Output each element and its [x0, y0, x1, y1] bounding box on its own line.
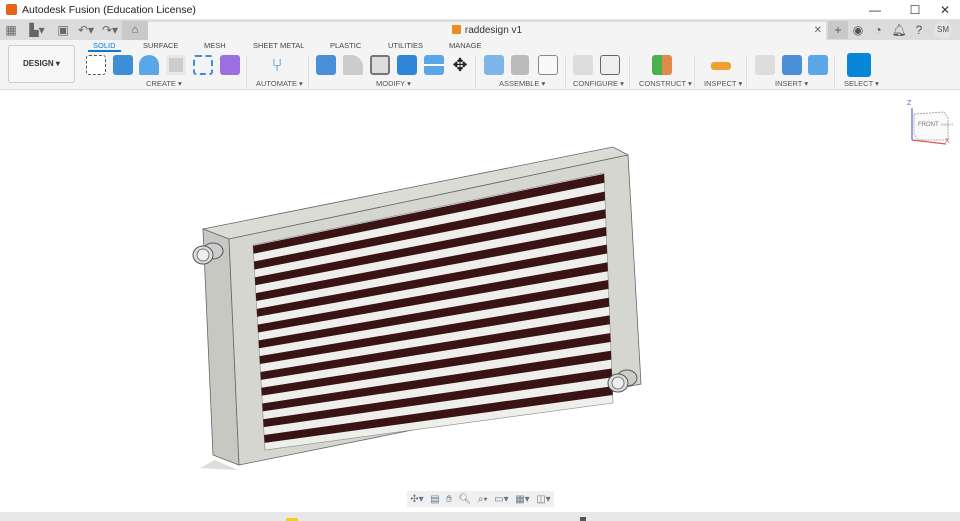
close-tab-button[interactable]: ✕ [814, 22, 822, 40]
pan-icon[interactable]: ✋︎ [446, 494, 452, 505]
tab-plastic[interactable]: PLASTIC [330, 41, 361, 50]
grid-settings-icon[interactable]: ▦▾ [515, 494, 529, 505]
shell-icon[interactable] [370, 55, 390, 75]
redo-icon[interactable]: ↷▾ [98, 23, 122, 37]
insert-mcmaster-icon[interactable] [782, 55, 802, 75]
select-menu[interactable]: SELECT ▾ [844, 79, 879, 88]
look-at-icon[interactable]: ▤ [430, 494, 439, 505]
zoom-icon[interactable]: 🔍︎ [459, 494, 472, 505]
construct-menu[interactable]: CONSTRUCT ▾ [639, 79, 692, 88]
workspace-switcher[interactable]: DESIGN ▾ [8, 45, 75, 83]
hole-icon[interactable] [166, 55, 186, 75]
title-bar: Autodesk Fusion (Education License) — ☐ … [0, 0, 960, 20]
new-tab-plus-icon[interactable]: + [828, 21, 848, 39]
move-copy-icon[interactable]: ✥ [450, 55, 470, 75]
radiator-model[interactable] [0, 91, 960, 512]
design-icon [451, 25, 461, 34]
assemble-menu[interactable]: ASSEMBLE ▾ [499, 79, 545, 88]
file-menu-icon[interactable]: ▙▾ [22, 23, 52, 37]
z-axis-label: Z [907, 100, 912, 107]
close-button[interactable]: ✕ [930, 0, 960, 20]
automate-menu[interactable]: AUTOMATE ▾ [256, 79, 303, 88]
zoom-window-icon[interactable]: ⌕▾ [478, 494, 488, 505]
configure-menu[interactable]: CONFIGURE ▾ [573, 79, 624, 88]
window-title: Autodesk Fusion (Education License) [22, 3, 196, 16]
save-icon[interactable]: ▣ [52, 23, 74, 37]
select-icon[interactable] [847, 53, 871, 77]
navigation-bar: ✣▾ ▤ ✋︎ 🔍︎ ⌕▾ ▭▾ ▦▾ ◫▾ [407, 491, 554, 507]
user-avatar[interactable]: SM [934, 21, 952, 39]
timeline-playhead[interactable] [580, 517, 586, 521]
modify-menu[interactable]: MODIFY ▾ [376, 79, 411, 88]
offset-plane-icon[interactable] [652, 55, 672, 75]
x-axis-label: X [945, 138, 950, 145]
combine-icon[interactable] [397, 55, 417, 75]
job-status-icon[interactable]: ◔ [868, 21, 888, 39]
view-cube[interactable]: Z FRONT RIGHT X [904, 100, 954, 148]
extrude-icon[interactable] [113, 55, 133, 75]
ribbon-toolbar: DESIGN ▾ SOLID SURFACE MESH SHEET METAL … [0, 40, 960, 90]
tab-utilities[interactable]: UTILITIES [388, 41, 423, 50]
insert-derive-icon[interactable] [755, 55, 775, 75]
pattern-icon[interactable] [193, 55, 213, 75]
front-face-label[interactable]: FRONT [918, 122, 939, 128]
joint-icon[interactable] [511, 55, 529, 75]
undo-icon[interactable]: ↶▾ [74, 23, 98, 37]
new-component-icon[interactable] [484, 55, 504, 75]
display-settings-icon[interactable]: ▭▾ [494, 494, 508, 505]
configuration-table-icon[interactable] [600, 55, 620, 75]
measure-icon[interactable] [711, 62, 731, 70]
split-body-icon[interactable] [424, 55, 444, 75]
apps-grid-icon[interactable]: ▦ [0, 23, 22, 37]
create-menu[interactable]: CREATE ▾ [146, 79, 182, 88]
home-button[interactable]: ⌂ [122, 21, 148, 40]
insert-canvas-icon[interactable] [808, 55, 828, 75]
press-pull-icon[interactable] [316, 55, 336, 75]
tab-sheet-metal[interactable]: SHEET METAL [253, 41, 304, 50]
timeline-bar [0, 512, 960, 521]
document-name: raddesign v1 [464, 25, 523, 36]
tab-solid[interactable]: SOLID [88, 41, 121, 52]
fusion-logo-icon [6, 4, 17, 15]
tab-surface[interactable]: SURFACE [143, 41, 178, 50]
3d-canvas[interactable] [0, 91, 960, 512]
tab-manage[interactable]: MANAGE [449, 41, 482, 50]
maximize-button[interactable]: ☐ [900, 0, 930, 20]
automate-icon[interactable]: ⑂ [267, 55, 287, 75]
tab-mesh[interactable]: MESH [204, 41, 226, 50]
form-icon[interactable] [220, 55, 240, 75]
right-face-label[interactable]: RIGHT [941, 122, 953, 127]
configure-icon[interactable] [573, 55, 593, 75]
document-tab[interactable]: raddesign v1 ✕ [148, 22, 826, 40]
viewports-icon[interactable]: ◫▾ [536, 494, 550, 505]
help-icon[interactable]: ? [909, 21, 929, 39]
notifications-bell-icon[interactable]: 🔔︎ [889, 21, 909, 39]
inspect-menu[interactable]: INSPECT ▾ [704, 79, 742, 88]
insert-menu[interactable]: INSERT ▾ [775, 79, 808, 88]
create-sketch-icon[interactable] [86, 55, 106, 75]
bill-of-materials-icon[interactable] [538, 55, 558, 75]
revolve-icon[interactable] [139, 55, 159, 75]
extensions-icon[interactable]: ◉ [848, 21, 868, 39]
fillet-icon[interactable] [343, 55, 363, 75]
orbit-icon[interactable]: ✣▾ [410, 494, 423, 505]
minimize-button[interactable]: — [860, 0, 890, 20]
